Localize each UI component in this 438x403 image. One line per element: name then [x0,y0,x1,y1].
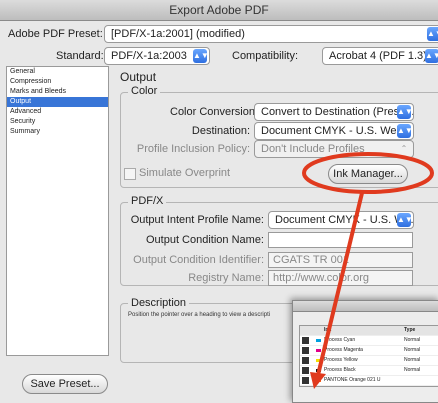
color-conversion-dropdown[interactable]: Convert to Destination (Prese... ▲▼ [254,103,414,121]
ink-swatch [316,379,321,382]
chevron-down-icon: ⌃ [400,144,408,153]
print-plate-icon[interactable] [302,367,309,374]
print-plate-icon[interactable] [302,377,309,384]
profile-policy-value: Don't Include Profiles [261,143,365,155]
ink-row[interactable]: Process Cyan Normal [300,336,438,346]
ink-column-header: Ink [324,327,332,333]
ink-name: Process Magenta [324,347,363,353]
compatibility-label: Compatibility: [232,50,299,62]
ink-swatch [316,349,321,352]
type-column-header: Type [404,327,416,333]
print-plate-icon[interactable] [302,337,309,344]
ink-row[interactable]: Process Black Normal [300,366,438,376]
destination-dropdown[interactable]: Document CMYK - U.S. Web... ▲▼ [254,122,414,140]
ink-name: Process Cyan [324,337,356,343]
description-text: Position the pointer over a heading to v… [128,312,271,318]
registry-name-field: http://www.color.org [268,270,413,286]
preset-dropdown[interactable]: [PDF/X-1a:2001] (modified) ▲▼ [104,25,438,43]
ink-type: Normal [404,337,421,343]
chevron-down-icon: ▲▼ [427,27,438,41]
standard-dropdown[interactable]: PDF/X-1a:2003 ▲▼ [104,47,210,65]
chevron-down-icon: ▲▼ [425,49,438,63]
standard-value: PDF/X-1a:2003 [111,50,187,62]
chevron-down-icon: ▲▼ [397,213,413,227]
sidebar-item-output[interactable]: Output [7,97,108,107]
condition-name-field[interactable] [268,232,413,248]
ink-manager-titlebar[interactable] [293,301,438,312]
intent-profile-label: Output Intent Profile Name: [130,214,264,226]
destination-value: Document CMYK - U.S. Web... [261,125,412,137]
ink-manager-window: Ink Type Process Cyan Normal Process Mag… [292,300,438,403]
profile-policy-dropdown: Don't Include Profiles ⌃ [254,140,414,158]
description-title: Description [128,297,190,309]
chevron-down-icon: ▲▼ [193,49,209,63]
ink-row[interactable]: Process Yellow Normal [300,356,438,366]
chevron-down-icon: ▲▼ [397,105,413,119]
condition-identifier-label: Output Condition Identifier: [133,254,264,266]
page-title: Output [120,70,157,84]
ink-swatch [316,369,321,372]
ink-table-header: Ink Type [300,326,438,336]
compatibility-dropdown[interactable]: Acrobat 4 (PDF 1.3) ▲▼ [322,47,438,65]
sidebar-item-summary[interactable]: Summary [7,127,108,137]
ink-name: Process Black [324,367,356,373]
ink-table: Ink Type Process Cyan Normal Process Mag… [299,325,438,387]
pdfx-group-title: PDF/X [128,195,167,207]
ink-name: PANTONE Orange 021 U [324,377,381,383]
color-group-title: Color [128,85,161,97]
color-conversion-label: Color Conversion: [170,106,259,118]
condition-identifier-field: CGATS TR 001 [268,252,413,268]
window-title: Export Adobe PDF [0,0,438,21]
condition-name-label: Output Condition Name: [145,234,264,246]
ink-type: Normal [404,347,421,353]
chevron-down-icon: ▲▼ [397,124,413,138]
sidebar-item-marks-bleeds[interactable]: Marks and Bleeds [7,87,108,97]
ink-manager-button[interactable]: Ink Manager... [328,164,408,184]
preset-value: [PDF/X-1a:2001] (modified) [111,28,245,40]
sidebar-item-compression[interactable]: Compression [7,77,108,87]
destination-label: Destination: [191,125,250,137]
intent-profile-dropdown[interactable]: Document CMYK - U.S. We... ▲▼ [268,211,414,229]
standard-label: Standard: [56,50,104,62]
simulate-overprint-label: Simulate Overprint [139,167,231,179]
sidebar-item-security[interactable]: Security [7,117,108,127]
print-column-icon [302,327,309,334]
print-plate-icon[interactable] [302,357,309,364]
ink-row[interactable]: PANTONE Orange 021 U [300,376,438,386]
ink-row[interactable]: Process Magenta Normal [300,346,438,356]
ink-type: Normal [404,357,421,363]
sidebar-item-general[interactable]: General [7,67,108,77]
color-conversion-value: Convert to Destination (Prese... [261,106,414,118]
registry-name-label: Registry Name: [188,272,264,284]
profile-policy-label: Profile Inclusion Policy: [136,143,250,155]
ink-swatch [316,359,321,362]
preset-label: Adobe PDF Preset: [8,28,103,40]
save-preset-button[interactable]: Save Preset... [22,374,108,394]
category-list[interactable]: General Compression Marks and Bleeds Out… [6,66,109,356]
print-plate-icon[interactable] [302,347,309,354]
compatibility-value: Acrobat 4 (PDF 1.3) [329,50,427,62]
simulate-overprint-checkbox[interactable] [124,168,136,180]
sidebar-item-advanced[interactable]: Advanced [7,107,108,117]
ink-swatch [316,339,321,342]
intent-profile-value: Document CMYK - U.S. We... [275,214,414,226]
ink-type: Normal [404,367,421,373]
ink-name: Process Yellow [324,357,358,363]
